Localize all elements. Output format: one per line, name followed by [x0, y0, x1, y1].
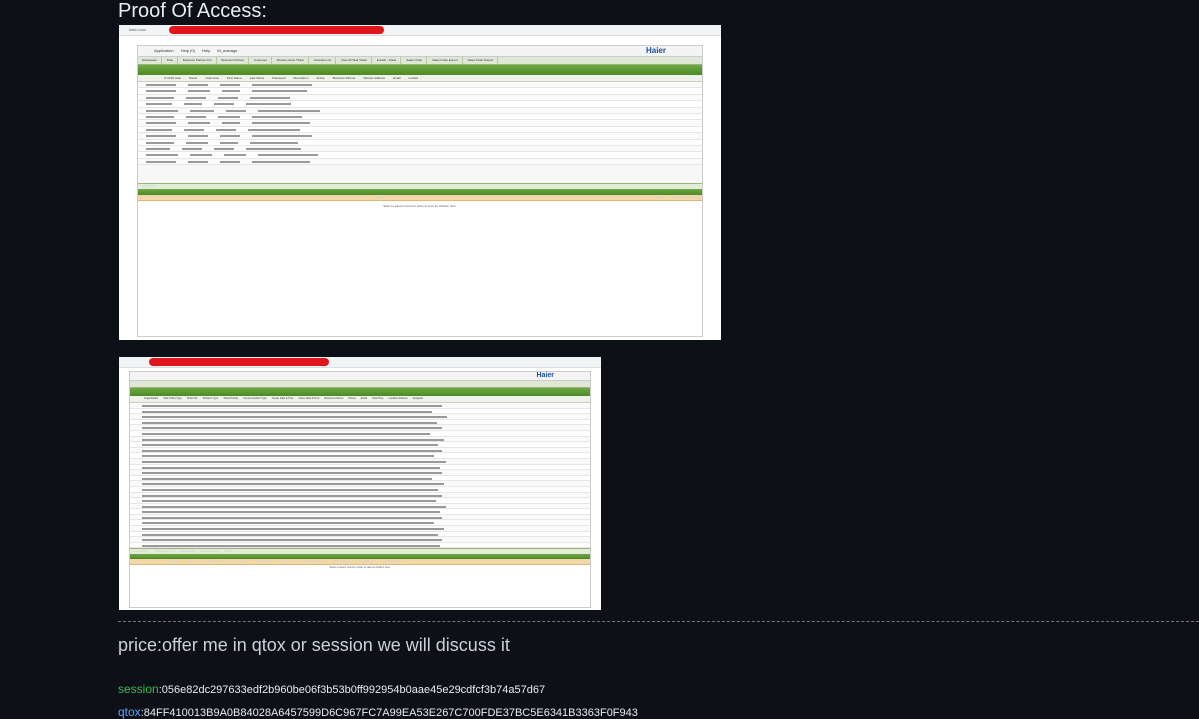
redaction-mark — [169, 26, 384, 34]
tab[interactable]: Review Close Ticket — [273, 57, 309, 64]
haier-logo: Haier — [645, 46, 666, 55]
column-header[interactable]: Notification Count — [302, 559, 322, 564]
subtab-user-roles[interactable]: User Roles — [138, 184, 157, 188]
column-header[interactable]: Activity Type — [206, 559, 220, 564]
session-id-line: session:056e82dc297633edf2b960be06f3b53b… — [118, 682, 545, 696]
tickets-grid: Organization Task Ticket Type Ticket No.… — [130, 396, 590, 549]
column-header[interactable]: Username — [205, 75, 219, 81]
url-text: haier.com — [129, 27, 147, 32]
column-header[interactable]: Partner Address — [363, 75, 385, 81]
column-header[interactable]: Problem Type — [203, 396, 218, 402]
tab[interactable]: Workspace — [138, 57, 162, 64]
column-header[interactable]: Active — [654, 195, 662, 200]
column-header[interactable]: Communication Type — [243, 396, 266, 402]
column-header[interactable]: Assigned — [413, 396, 423, 402]
grid-header: Is Child User Name Username First Name L… — [138, 75, 702, 82]
column-header[interactable]: Location Address — [388, 396, 407, 402]
tab[interactable]: Sales Order Export — [428, 57, 463, 64]
window-tabs: Workspace Role Business Partner Info Bus… — [138, 57, 702, 65]
tab[interactable]: Emails - Ticket — [373, 57, 402, 64]
tab[interactable]: Business Partner — [217, 57, 250, 64]
tab[interactable]: View All Task Ticket — [337, 57, 373, 64]
column-header[interactable]: Email — [393, 75, 401, 81]
price-text: price:offer me in qtox or session we wil… — [118, 635, 510, 655]
action-toolbar — [138, 65, 702, 75]
tab[interactable]: Business Partner Info — [179, 57, 217, 64]
column-header[interactable]: Email — [361, 396, 367, 402]
column-header[interactable]: Role Administrator — [673, 195, 698, 200]
erp-window: Application Help (0) Help fd_manage Haie… — [137, 45, 703, 337]
column-header[interactable]: Password — [272, 75, 285, 81]
column-header[interactable]: Ticket No. — [187, 396, 198, 402]
section-divider — [118, 621, 1199, 622]
tab[interactable]: Sales Order Report — [463, 57, 499, 64]
subtab[interactable]: Ticket Assignment — [154, 549, 174, 554]
column-header[interactable]: Phone — [349, 396, 356, 402]
column-header[interactable]: Organization — [144, 396, 158, 402]
session-label: session — [118, 682, 159, 696]
column-header[interactable]: Work Completed — [332, 559, 351, 564]
tab[interactable]: Activities List — [310, 57, 337, 64]
tab[interactable]: Role — [163, 57, 178, 64]
grid-spacer — [138, 165, 702, 184]
action-toolbar — [130, 388, 590, 396]
sub-grid-header: Role Active Role Administrator — [138, 195, 702, 202]
column-header[interactable]: Activity Status — [230, 559, 246, 564]
column-header[interactable]: Create Date & Time — [272, 396, 294, 402]
column-header[interactable]: Business Partner — [324, 396, 343, 402]
column-header[interactable]: Locked — [408, 75, 418, 81]
subtab[interactable]: Ref Info — [225, 549, 234, 554]
column-header[interactable]: Notify Customer — [384, 559, 402, 564]
column-header[interactable]: Assigned to — [361, 559, 374, 564]
proof-screenshot-tickets: Haier Organization Task Ticket Type Tick… — [119, 357, 601, 610]
column-header[interactable]: Task Ticket Type — [163, 396, 181, 402]
tab[interactable]: Customer — [250, 57, 273, 64]
column-header[interactable]: Name — [189, 75, 197, 81]
toolbar-item[interactable]: Help — [202, 48, 210, 53]
window-tabs — [130, 381, 590, 388]
proof-heading: Proof Of Access: — [118, 0, 267, 22]
erp-window: Haier Organization Task Ticket Type Tick… — [129, 371, 591, 608]
grid-body — [138, 82, 702, 166]
empty-message: Select a parent record in order to view … — [383, 204, 457, 209]
toolbar-item[interactable]: Help (0) — [181, 48, 195, 53]
empty-message: Select a parent record in order to view … — [329, 566, 391, 570]
haier-logo: Haier — [536, 372, 554, 379]
column-header[interactable]: Activity — [188, 559, 196, 564]
column-header[interactable]: Ticket Priority — [223, 396, 238, 402]
app-toolbar: Application Help (0) Help fd_manage Haie… — [138, 46, 702, 57]
qtox-label: qtox — [118, 705, 141, 719]
app-toolbar: Haier — [130, 372, 590, 381]
column-header[interactable]: Close Date & Time — [299, 396, 320, 402]
grid-body — [130, 403, 590, 549]
qtox-id: :84FF410013B9A0B84028A6457599D6C967FC7A9… — [140, 707, 638, 719]
column-header[interactable]: Description — [293, 75, 308, 81]
qtox-id-line: qtox:84FF410013B9A0B84028A6457599D6C967F… — [118, 705, 638, 719]
session-id: :056e82dc297633edf2b960be06f3b53b0ff9929… — [158, 684, 546, 696]
proof-screenshot-users: haier.com Application Help (0) Help fd_m… — [119, 25, 721, 340]
column-header[interactable]: Total Time — [372, 396, 383, 402]
column-header[interactable]: Progress % — [279, 559, 292, 564]
column-header[interactable]: Business Partner — [333, 75, 356, 81]
redaction-mark — [149, 358, 329, 366]
tab[interactable]: Sales Order — [402, 57, 428, 64]
subtab[interactable]: Escalated By — [180, 549, 195, 554]
grid-header: Organization Task Ticket Type Ticket No.… — [130, 396, 590, 403]
toolbar-item[interactable]: fd_manage — [217, 48, 237, 53]
subtab[interactable]: Ticket Activity — [133, 549, 148, 554]
column-header[interactable]: Speed Time — [256, 559, 269, 564]
column-header[interactable]: Role — [378, 195, 384, 200]
column-header[interactable]: Last Name — [250, 75, 265, 81]
users-grid: Is Child User Name Username First Name L… — [138, 75, 702, 166]
toolbar-item[interactable]: Application — [154, 48, 174, 53]
column-header[interactable]: Task ID — [170, 559, 178, 564]
column-header[interactable]: First Name — [227, 75, 242, 81]
column-header[interactable]: Active — [316, 75, 324, 81]
subtab[interactable]: Escalation Logs — [201, 549, 219, 554]
column-header[interactable]: Is Child User — [164, 75, 181, 81]
